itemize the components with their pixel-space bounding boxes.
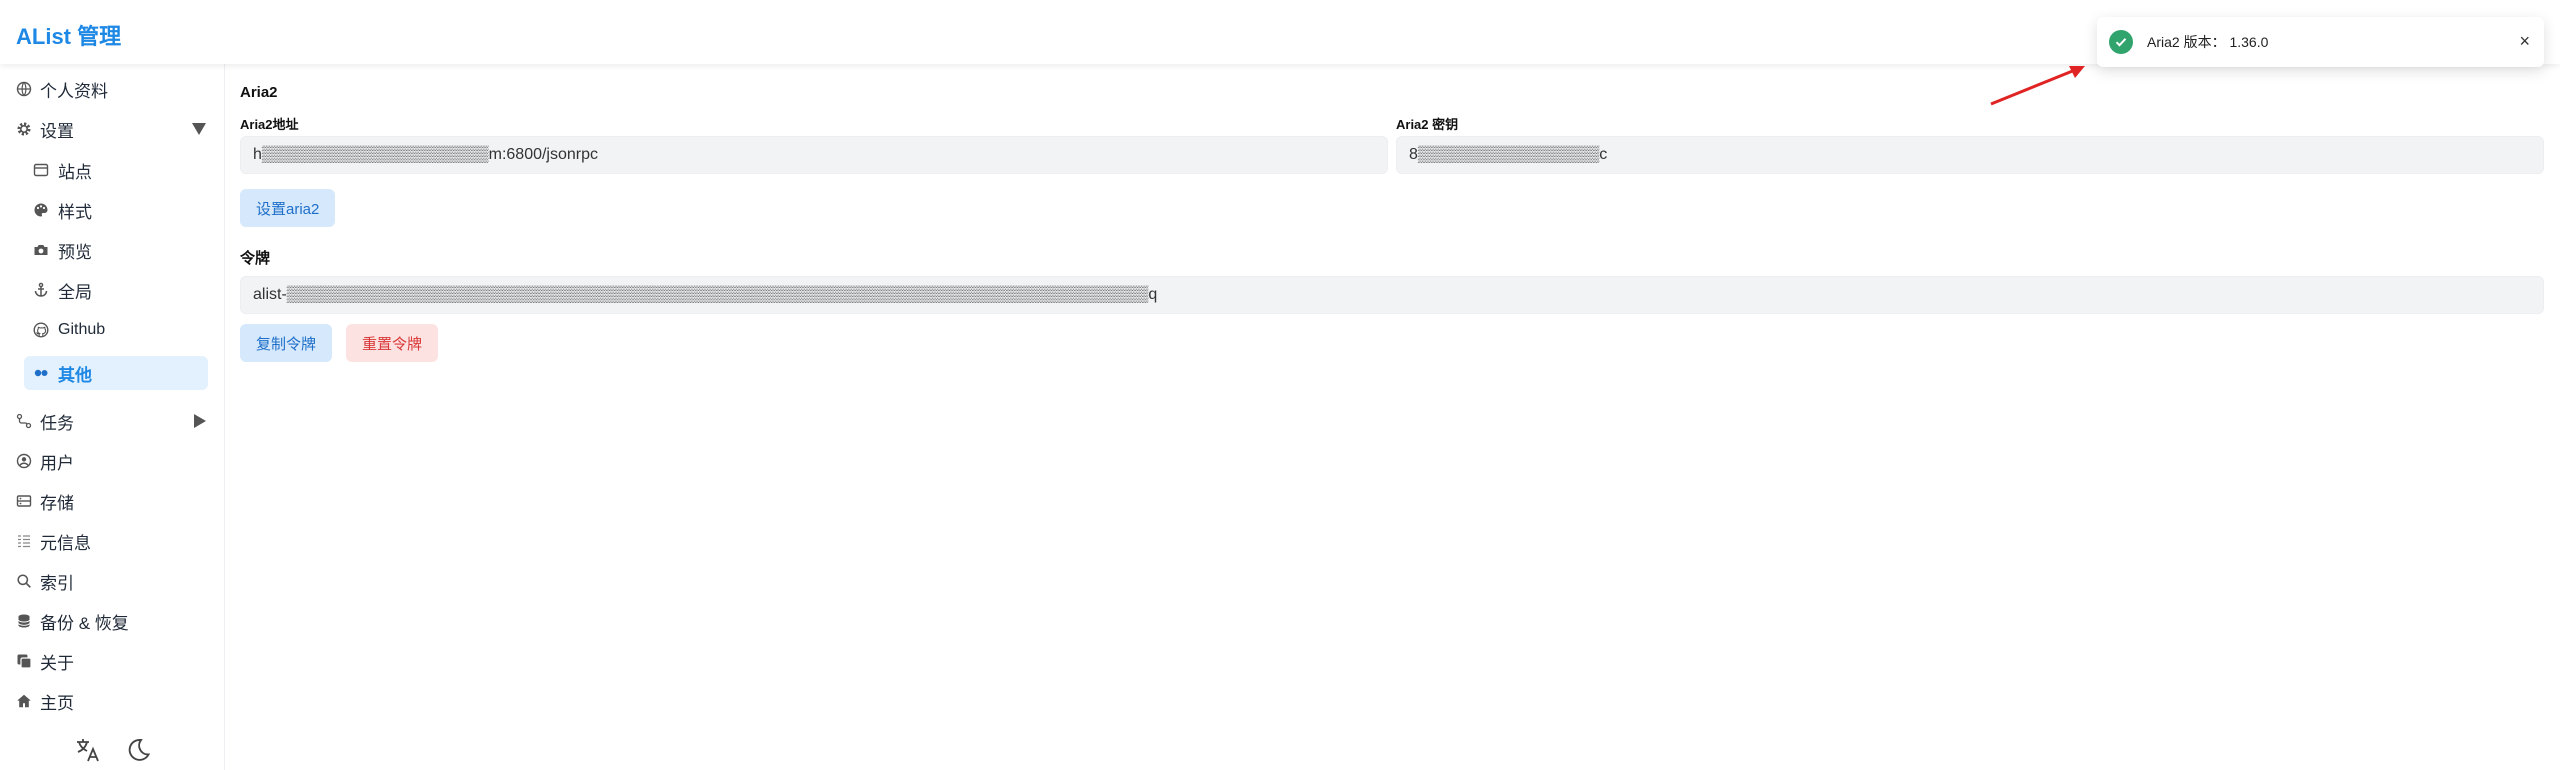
- storage-icon: [15, 492, 33, 510]
- sidebar-item-home[interactable]: 主页: [0, 684, 224, 718]
- palette-icon: [32, 201, 50, 219]
- sidebar-item-label: 用户: [40, 453, 74, 473]
- sidebar-item-tasks[interactable]: 任务: [0, 404, 224, 438]
- sidebar-item-storage[interactable]: 存储: [0, 484, 224, 518]
- sidebar-item-style[interactable]: 样式: [24, 193, 208, 227]
- sidebar-item-label: 主页: [40, 693, 74, 713]
- reset-token-button[interactable]: 重置令牌: [346, 324, 439, 362]
- sidebar-item-label: 索引: [40, 573, 74, 593]
- github-icon: [32, 321, 50, 339]
- aria2-url-label: Aria2地址: [240, 117, 299, 132]
- copy-token-button[interactable]: 复制令牌: [240, 324, 333, 362]
- search-icon: [15, 572, 33, 590]
- sidebar-item-label: 个人资料: [40, 81, 108, 101]
- aria2-secret-input[interactable]: 8▒▒▒▒▒▒▒▒▒▒▒▒▒▒▒▒c: [1396, 136, 2544, 174]
- app-title[interactable]: AList 管理: [16, 19, 121, 51]
- sidebar-item-label: 预览: [58, 242, 92, 262]
- sidebar-item-backup[interactable]: 备份 & 恢复: [0, 604, 224, 638]
- sidebar-item-label: 元信息: [40, 533, 91, 553]
- sidebar-footer: [74, 736, 152, 769]
- toast-message: Aria2 版本： 1.36.0: [2147, 34, 2269, 50]
- sidebar-item-other[interactable]: 其他: [24, 356, 208, 390]
- sidebar-item-preview[interactable]: 预览: [24, 233, 208, 267]
- gear-icon: [15, 120, 33, 138]
- toggle-icon: [32, 364, 50, 382]
- sidebar-item-index[interactable]: 索引: [0, 564, 224, 598]
- sidebar-item-about[interactable]: 关于: [0, 644, 224, 678]
- home-icon: [15, 692, 33, 710]
- aria2-url-input[interactable]: h▒▒▒▒▒▒▒▒▒▒▒▒▒▒▒▒▒▒▒▒m:6800/jsonrpc: [240, 136, 1388, 174]
- sidebar-item-label: 全局: [58, 282, 92, 302]
- chevron-down-icon[interactable]: [192, 123, 206, 135]
- sidebar-item-label: 站点: [58, 162, 92, 182]
- copy-icon: [15, 652, 33, 670]
- toast-notification: Aria2 版本： 1.36.0 ×: [2097, 17, 2544, 67]
- aria2-secret-label: Aria2 密钥: [1396, 117, 1459, 132]
- token-input[interactable]: alist-▒▒▒▒▒▒▒▒▒▒▒▒▒▒▒▒▒▒▒▒▒▒▒▒▒▒▒▒▒▒▒▒▒▒…: [240, 276, 2544, 314]
- anchor-icon: [32, 281, 50, 299]
- sidebar-item-label: 关于: [40, 653, 74, 673]
- check-circle-icon: [2109, 30, 2133, 54]
- sidebar-item-settings[interactable]: 设置: [0, 112, 224, 146]
- sidebar-item-label: 存储: [40, 493, 74, 513]
- sidebar-item-label: 设置: [40, 121, 74, 141]
- annotation-arrow: [1990, 66, 2085, 106]
- translate-icon[interactable]: [74, 736, 102, 769]
- token-section-title: 令牌: [240, 250, 271, 267]
- route-icon: [15, 412, 33, 430]
- sidebar-item-label: Github: [58, 321, 106, 338]
- user-circle-icon: [15, 452, 33, 470]
- sidebar-item-global[interactable]: 全局: [24, 273, 208, 307]
- close-icon[interactable]: ×: [2519, 31, 2530, 52]
- sidebar-item-label: 其他: [58, 365, 92, 385]
- aria2-section-title: Aria2: [240, 84, 278, 101]
- database-icon: [15, 612, 33, 630]
- sidebar-item-label: 备份 & 恢复: [40, 613, 129, 633]
- sidebar-item-meta[interactable]: 元信息: [0, 524, 224, 558]
- sidebar-item-profile[interactable]: 个人资料: [0, 72, 224, 106]
- window-icon: [32, 161, 50, 179]
- sidebar-item-users[interactable]: 用户: [0, 444, 224, 478]
- sidebar-item-site[interactable]: 站点: [24, 153, 208, 187]
- sidebar-item-label: 样式: [58, 202, 92, 222]
- camera-icon: [32, 241, 50, 259]
- sidebar-item-github[interactable]: Github: [24, 313, 208, 347]
- meta-icon: [15, 532, 33, 550]
- dark-mode-icon[interactable]: [124, 736, 152, 769]
- sidebar: 个人资料 设置 站点 样式 预览 全局 Github 其他 任务 用户 存储 元…: [0, 64, 225, 770]
- main-content: Aria2 Aria2地址 h▒▒▒▒▒▒▒▒▒▒▒▒▒▒▒▒▒▒▒▒m:680…: [225, 64, 2560, 770]
- globe-icon: [15, 80, 33, 98]
- sidebar-item-label: 任务: [40, 413, 74, 433]
- set-aria2-button[interactable]: 设置aria2: [240, 189, 336, 227]
- chevron-right-icon[interactable]: [194, 414, 206, 428]
